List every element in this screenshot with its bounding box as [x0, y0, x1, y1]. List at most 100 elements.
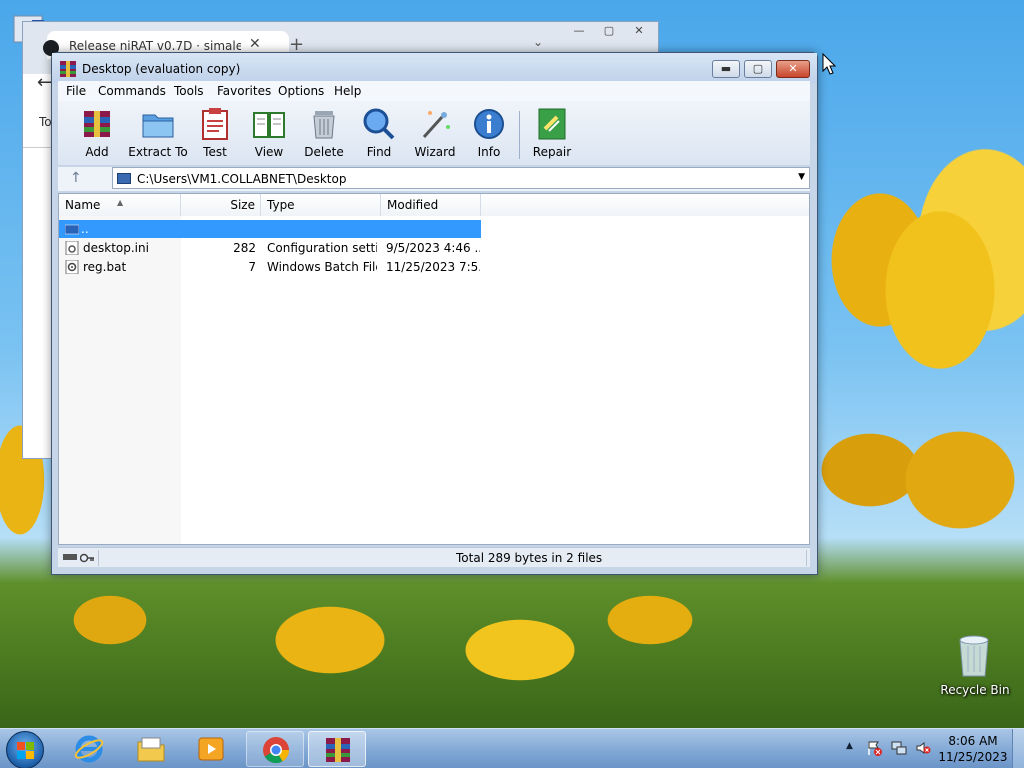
extract-folder-icon [141, 107, 175, 141]
tray-expand-arrow-icon[interactable]: ▲ [846, 741, 853, 751]
view-book-icon [252, 107, 286, 141]
menu-tools[interactable]: Tools [174, 84, 204, 98]
path-combobox[interactable]: C:\Users\VM1.COLLABNET\Desktop ▼ [112, 167, 810, 189]
settings-file-icon [65, 240, 79, 256]
tab-search-chevron-icon[interactable]: ⌄ [533, 35, 543, 49]
status-divider [806, 550, 807, 566]
column-header-modified[interactable]: Modified [381, 194, 481, 216]
repair-button[interactable]: Repair [525, 107, 579, 163]
row-size: 7 [248, 260, 256, 274]
taskbar-explorer[interactable] [122, 731, 180, 767]
table-row[interactable]: .. [59, 220, 481, 238]
menu-file[interactable]: File [66, 84, 86, 98]
column-header-empty [481, 194, 809, 216]
start-button[interactable] [6, 731, 44, 768]
path-dropdown-arrow-icon[interactable]: ▼ [798, 172, 805, 182]
parent-folder-icon [64, 222, 80, 236]
trash-icon [307, 107, 341, 141]
menu-bar: File Commands Tools Favorites Options He… [58, 81, 810, 101]
volume-muted-icon[interactable] [915, 740, 931, 756]
back-arrow-icon[interactable]: ← [37, 72, 52, 93]
chrome-icon [261, 735, 291, 765]
taskbar-internet-explorer[interactable] [60, 731, 118, 767]
menu-commands[interactable]: Commands [98, 84, 166, 98]
menu-options[interactable]: Options [278, 84, 324, 98]
info-button[interactable]: Info [462, 107, 516, 163]
recycle-bin-label[interactable]: Recycle Bin [940, 683, 1010, 697]
add-button[interactable]: Add [70, 107, 124, 163]
view-label: View [254, 145, 284, 159]
column-modified-label: Modified [387, 198, 439, 212]
show-desktop-button[interactable] [1012, 729, 1024, 768]
magnifier-icon [362, 107, 396, 141]
taskbar: ▲ 8:06 AM 11/25/2023 [0, 728, 1024, 768]
row-modified: 9/5/2023 4:46 ... [386, 241, 480, 255]
column-name-label: Name [65, 198, 101, 212]
media-player-icon [196, 734, 226, 764]
maximize-button[interactable]: ▢ [744, 60, 772, 78]
status-bar: Total 289 bytes in 2 files [58, 547, 810, 567]
network-icon[interactable] [891, 740, 907, 756]
clock-time[interactable]: 8:06 AM [944, 734, 1002, 748]
row-name: .. [81, 222, 89, 236]
clock-date[interactable]: 11/25/2023 [938, 750, 1008, 764]
chrome-close-button[interactable]: ✕ [624, 22, 654, 40]
drive-icon [117, 173, 131, 184]
row-type: Configuration setti... [267, 241, 377, 255]
row-name: desktop.ini [83, 241, 149, 255]
row-type: Windows Batch File [267, 260, 377, 274]
title-bar[interactable]: Desktop (evaluation copy) ▬ ▢ ✕ [52, 53, 817, 83]
table-row[interactable]: desktop.ini 282 Configuration setti... 9… [59, 239, 481, 257]
recycle-bin-icon[interactable] [954, 632, 994, 678]
wizard-button[interactable]: Wizard [408, 107, 462, 163]
winrar-icon [323, 735, 353, 765]
taskbar-media-player[interactable] [182, 731, 240, 767]
chrome-tab-title[interactable]: Release niRAT v0.7D · simalei/niR [69, 39, 241, 53]
winrar-window: Desktop (evaluation copy) ▬ ▢ ✕ File Com… [51, 52, 818, 575]
close-button[interactable]: ✕ [776, 60, 810, 78]
test-button[interactable]: Test [188, 107, 242, 163]
file-explorer-icon [136, 734, 166, 764]
taskbar-winrar[interactable] [308, 731, 366, 767]
status-divider [98, 550, 99, 566]
test-clipboard-icon [198, 107, 232, 141]
repair-kit-icon [535, 107, 569, 141]
chrome-divider [23, 147, 51, 148]
taskbar-chrome[interactable] [246, 731, 304, 767]
delete-button[interactable]: Delete [297, 107, 351, 163]
chrome-tab-close-icon[interactable]: ✕ [249, 36, 261, 52]
action-center-flag-icon[interactable] [866, 740, 882, 756]
magic-wand-icon [418, 107, 452, 141]
minimize-button[interactable]: ▬ [712, 60, 740, 78]
view-button[interactable]: View [242, 107, 296, 163]
column-size-label: Size [230, 198, 255, 212]
path-value[interactable]: C:\Users\VM1.COLLABNET\Desktop [137, 172, 346, 186]
internet-explorer-icon [74, 734, 104, 764]
column-header-type[interactable]: Type [261, 194, 381, 216]
batch-file-icon [65, 259, 79, 275]
find-label: Find [366, 145, 392, 159]
windows-logo-icon [17, 742, 34, 759]
toolbar: Add Extract To Test View Delete Find Wiz… [58, 101, 810, 165]
chrome-minimize-button[interactable]: — [564, 22, 594, 40]
sort-ascending-icon: ▲ [117, 198, 124, 207]
chrome-maximize-button[interactable]: ▢ [594, 22, 624, 40]
find-button[interactable]: Find [352, 107, 406, 163]
info-label: Info [477, 145, 501, 159]
menu-favorites[interactable]: Favorites [217, 84, 271, 98]
file-list[interactable]: Name ▲ Size Type Modified .. desktop.ini… [58, 193, 810, 545]
toolbar-separator [519, 111, 520, 159]
up-folder-arrow-icon[interactable]: ↑ [70, 170, 82, 186]
window-title: Desktop (evaluation copy) [82, 62, 241, 76]
menu-help[interactable]: Help [334, 84, 361, 98]
test-label: Test [203, 145, 227, 159]
delete-label: Delete [304, 145, 344, 159]
add-label: Add [85, 145, 109, 159]
column-header-name[interactable]: Name ▲ [59, 194, 181, 216]
chrome-page-text-fragment: To [39, 115, 52, 129]
row-size: 282 [233, 241, 256, 255]
table-row[interactable]: reg.bat 7 Windows Batch File 11/25/2023 … [59, 258, 481, 276]
row-name: reg.bat [83, 260, 127, 274]
extract-to-button[interactable]: Extract To [128, 107, 188, 163]
column-header-size[interactable]: Size [181, 194, 261, 216]
